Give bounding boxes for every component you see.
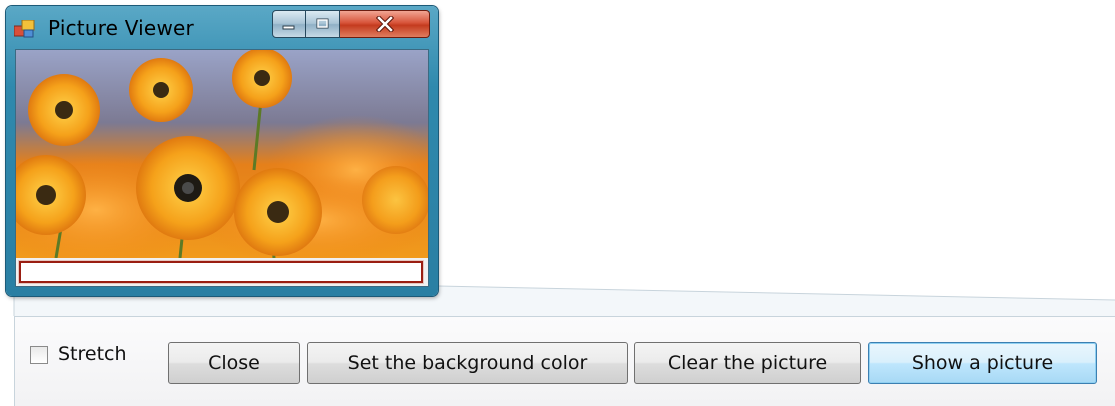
close-icon	[375, 16, 394, 32]
maximize-button[interactable]	[306, 10, 340, 38]
screenshot-stage: Picture Viewer Stretch Close Set the bac…	[0, 0, 1115, 406]
show-picture-button[interactable]: Show a picture	[868, 342, 1097, 384]
minimize-icon	[282, 25, 295, 30]
window-close-button[interactable]	[340, 10, 430, 38]
set-background-color-button[interactable]: Set the background color	[307, 342, 628, 384]
minimize-button[interactable]	[272, 10, 306, 38]
stretch-checkbox-label[interactable]: Stretch	[58, 343, 127, 365]
picture-box	[16, 50, 428, 258]
stretch-checkbox[interactable]	[30, 346, 48, 364]
window-title: Picture Viewer	[48, 16, 194, 40]
close-button[interactable]: Close	[168, 342, 300, 384]
clear-picture-button[interactable]: Clear the picture	[634, 342, 861, 384]
title-bar[interactable]: Picture Viewer	[6, 6, 438, 46]
picture-viewer-window: Picture Viewer	[6, 6, 438, 296]
window-client-area	[15, 49, 429, 287]
status-textbox[interactable]	[18, 260, 424, 284]
maximize-icon	[316, 18, 328, 29]
app-icon	[14, 20, 35, 38]
